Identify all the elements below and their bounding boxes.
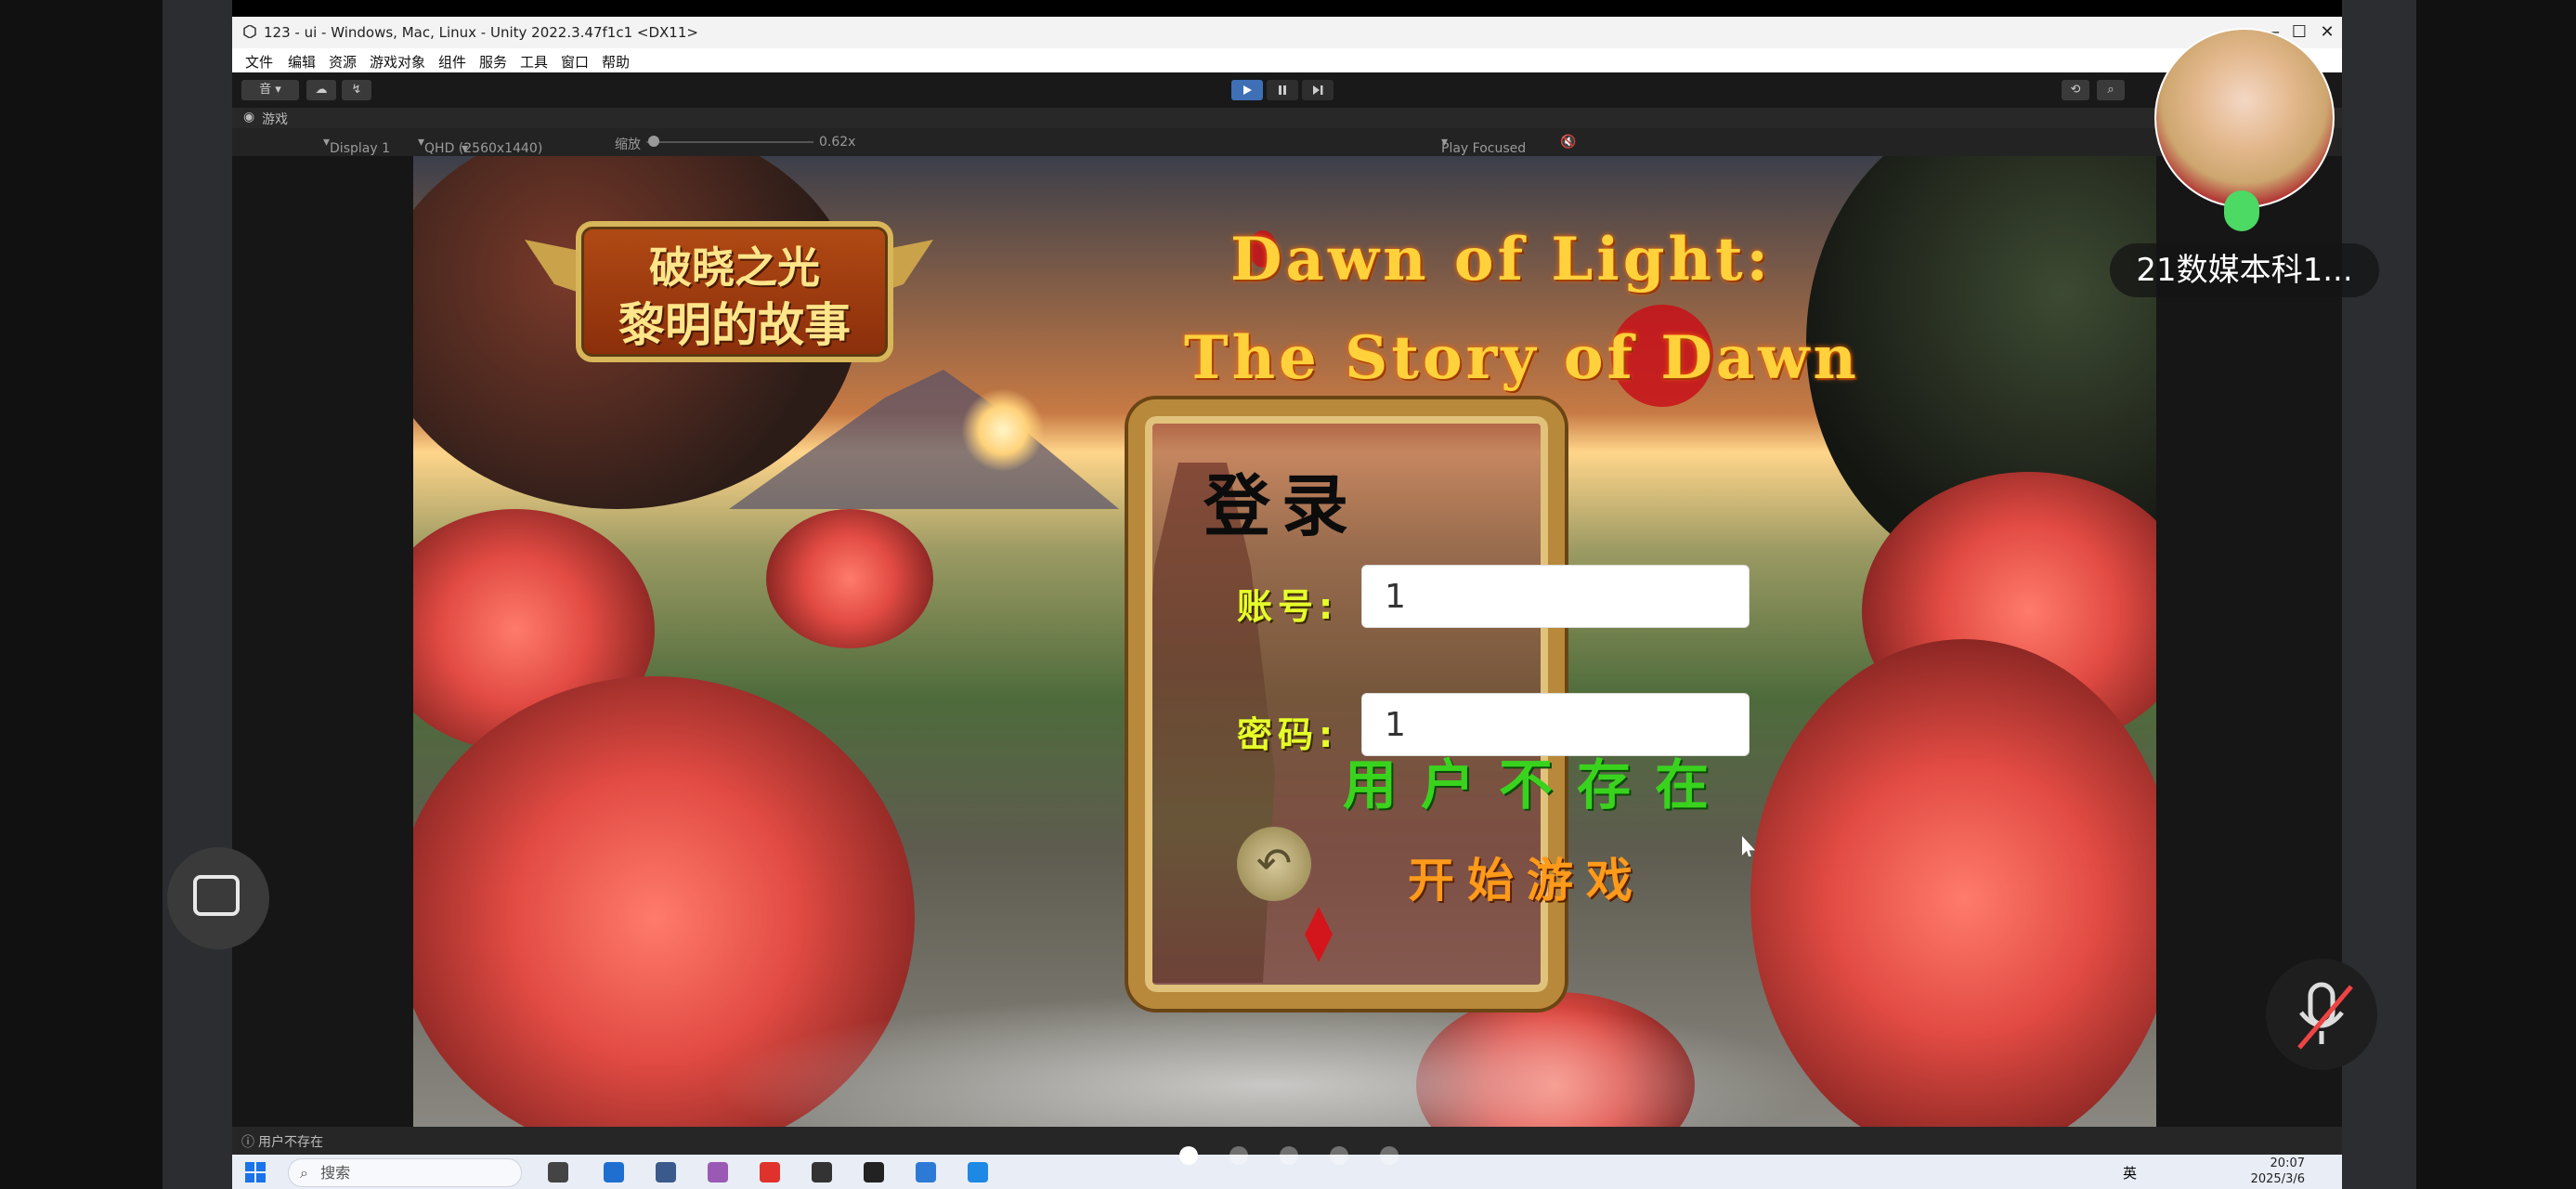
close-button[interactable]: ✕	[2309, 20, 2346, 45]
clock-time: 20:07	[2270, 1156, 2305, 1170]
windows-start-icon[interactable]	[245, 1162, 266, 1182]
game-logo: 破晓之光 黎明的故事	[525, 212, 933, 362]
scale-slider[interactable]	[646, 141, 813, 143]
scale-slider-handle[interactable]	[648, 136, 659, 147]
unity-icon[interactable]	[864, 1162, 884, 1182]
game-view-toolbar: ▾ Display 1 ▾ QHD (2560x1440) ▾ 缩放 0.62x…	[232, 128, 2342, 156]
play-icon	[1243, 85, 1252, 95]
logo-line-1: 破晓之光	[649, 242, 820, 293]
meeting-app-icon[interactable]	[968, 1162, 988, 1182]
back-arrow-icon: ↶	[1255, 838, 1293, 888]
step-icon	[1313, 85, 1323, 95]
wps-icon[interactable]	[760, 1162, 780, 1182]
scene-sun	[961, 388, 1045, 472]
menu-tools[interactable]: 工具	[520, 52, 548, 72]
settings-icon[interactable]	[656, 1162, 676, 1182]
history-icon[interactable]: ⟲	[2062, 80, 2089, 101]
display-label: Display 1	[330, 141, 390, 156]
game-view: 破晓之光 黎明的故事 Dawn of Light: The Story of D…	[232, 156, 2342, 1143]
login-title: 登录	[1203, 467, 1360, 545]
app-icon[interactable]	[708, 1162, 728, 1182]
game-tab-label: 游戏	[262, 112, 288, 127]
chat-button[interactable]	[167, 847, 269, 949]
account-label: 账号:	[1237, 586, 1339, 627]
game-title-line-1: Dawn of Light:	[1230, 225, 1773, 294]
taskbar-clock[interactable]: 20:07 2025/3/6	[2251, 1156, 2305, 1187]
eye-icon: ◉	[243, 110, 255, 124]
menu-edit[interactable]: 编辑	[288, 52, 316, 72]
language-indicator[interactable]: 英	[2123, 1163, 2137, 1182]
snipping-icon[interactable]	[916, 1162, 936, 1182]
scale-label: 缩放	[615, 137, 641, 152]
cloud-icon[interactable]: ☁	[306, 80, 336, 101]
game-scene[interactable]: 破晓之光 黎明的故事 Dawn of Light: The Story of D…	[413, 156, 2156, 1143]
capture-border-left	[0, 0, 163, 1189]
password-label: 密码:	[1237, 714, 1339, 755]
mute-microphone-button[interactable]	[2266, 959, 2377, 1070]
pause-button[interactable]	[1267, 80, 1298, 100]
menu-bar: 文件 编辑 资源 游戏对象 组件 服务 工具 窗口 帮助	[232, 48, 2342, 72]
editor-toolbar: 音 ▾ ☁ ↯ ⟲ ⌕	[232, 72, 2342, 108]
step-button[interactable]	[1302, 80, 1334, 100]
menu-gameobject[interactable]: 游戏对象	[370, 52, 425, 72]
menu-assets[interactable]: 资源	[329, 52, 357, 72]
task-view-icon[interactable]	[548, 1162, 568, 1182]
menu-help[interactable]: 帮助	[602, 52, 630, 72]
store-icon[interactable]	[604, 1162, 624, 1182]
window-title: 123 - ui - Windows, Mac, Linux - Unity 2…	[264, 24, 698, 41]
chat-icon	[193, 875, 240, 916]
page-dot[interactable]	[1380, 1146, 1399, 1165]
page-dot-active[interactable]	[1179, 1146, 1198, 1165]
info-icon: ⓘ	[241, 1135, 254, 1150]
menu-file[interactable]: 文件	[245, 52, 273, 72]
pause-icon	[1279, 85, 1286, 95]
taskbar-search[interactable]: ⌕ 搜索	[288, 1158, 522, 1187]
mute-audio-icon[interactable]: 🔇	[1560, 135, 1576, 150]
play-mode-dropdown[interactable]: Play Focused ▾	[1441, 135, 1526, 156]
display-dropdown[interactable]: ▾ Display 1	[323, 135, 390, 156]
microphone-active-icon	[2224, 190, 2259, 231]
error-message: 用户不存在	[1343, 753, 1734, 817]
microphone-muted-icon	[2297, 982, 2353, 1050]
page-dot[interactable]	[1229, 1146, 1248, 1165]
menu-component[interactable]: 组件	[438, 52, 466, 72]
menu-services[interactable]: 服务	[479, 52, 507, 72]
logo-line-2: 黎明的故事	[618, 298, 851, 352]
scale-value: 0.62x	[819, 135, 856, 150]
play-button[interactable]	[1231, 80, 1263, 100]
capture-border-right	[2416, 0, 2576, 1189]
resolution-dropdown[interactable]: ▾ QHD (2560x1440) ▾	[418, 135, 542, 156]
play-mode-label: Play Focused	[1441, 141, 1527, 156]
game-tab[interactable]: ◉ 游戏	[232, 108, 2342, 128]
search-placeholder: 搜索	[320, 1164, 351, 1182]
collab-icon[interactable]: ↯	[342, 80, 371, 101]
desktop-background-left	[163, 0, 232, 1189]
unity-logo-icon	[243, 25, 256, 38]
search-icon[interactable]: ⌕	[2097, 80, 2125, 101]
game-title-line-2: The Story of Dawn	[1184, 323, 1860, 393]
scene-flowers	[766, 509, 933, 648]
participant-avatar[interactable]	[2154, 28, 2335, 208]
logo-board: 破晓之光 黎明的故事	[576, 221, 893, 362]
account-button[interactable]: 音 ▾	[241, 80, 299, 101]
start-game-button[interactable]: 开始游戏	[1408, 843, 1646, 910]
unity-hub-icon[interactable]	[812, 1162, 832, 1182]
page-dot[interactable]	[1330, 1146, 1348, 1165]
clock-date: 2025/3/6	[2250, 1172, 2305, 1186]
resolution-label: QHD (2560x1440)	[424, 141, 543, 156]
page-dot[interactable]	[1280, 1146, 1298, 1165]
participant-name: 21数媒本科1...	[2110, 243, 2379, 297]
account-input[interactable]: 1	[1361, 565, 1750, 628]
title-bar[interactable]: 123 - ui - Windows, Mac, Linux - Unity 2…	[232, 17, 2342, 48]
search-icon: ⌕	[300, 1164, 308, 1182]
back-button[interactable]: ↶	[1237, 827, 1311, 901]
status-message: 用户不存在	[258, 1135, 323, 1150]
unity-editor-window: 123 - ui - Windows, Mac, Linux - Unity 2…	[232, 17, 2342, 1155]
menu-window[interactable]: 窗口	[561, 52, 589, 72]
